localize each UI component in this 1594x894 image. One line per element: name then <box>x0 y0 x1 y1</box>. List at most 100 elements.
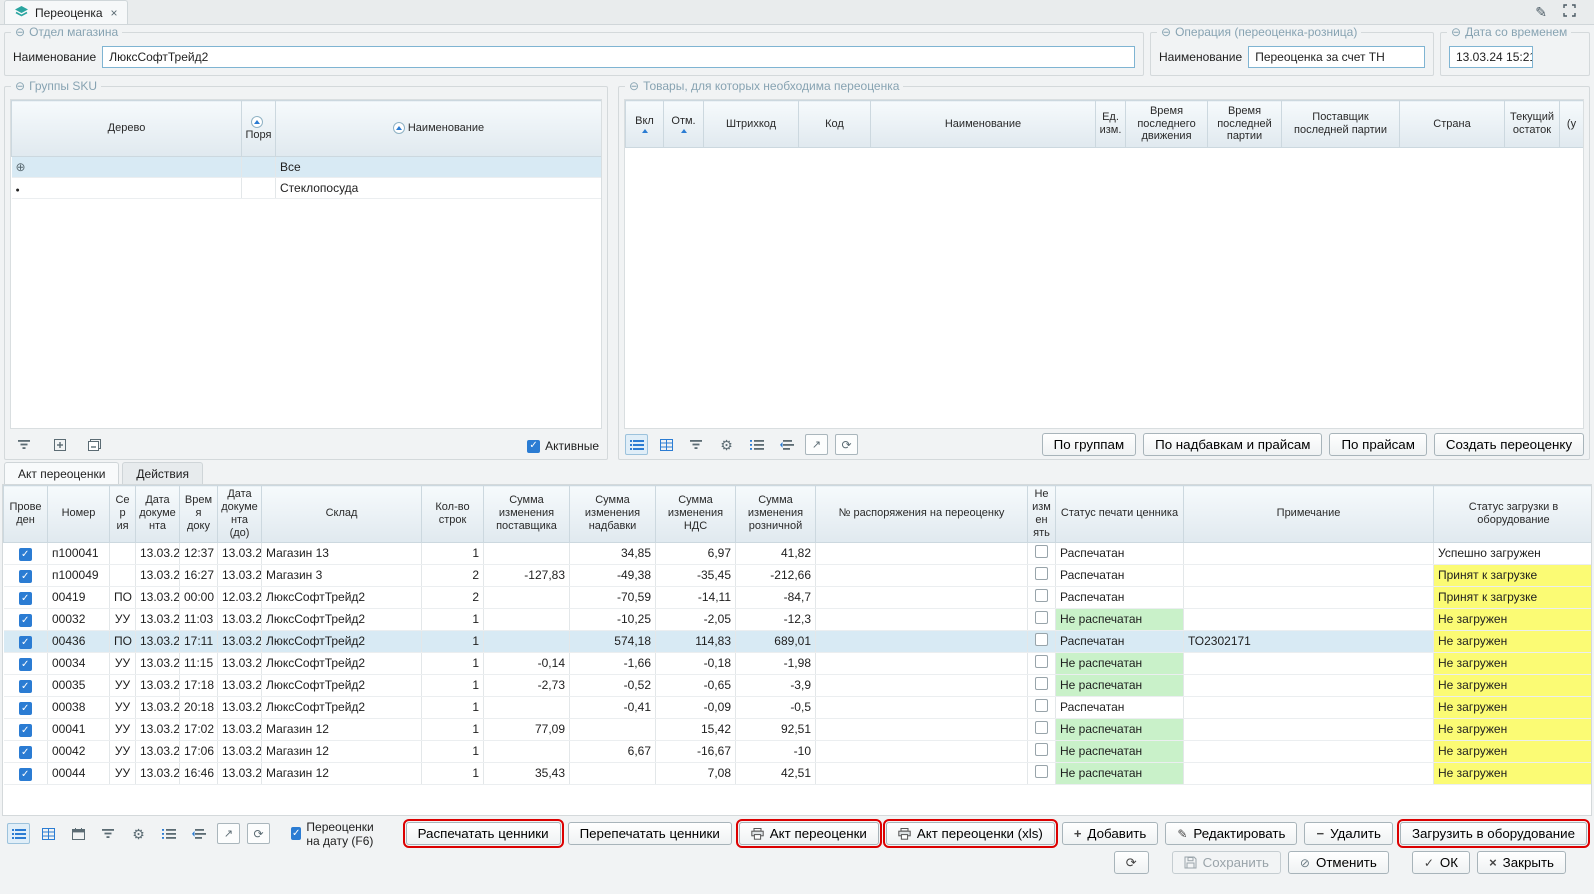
posted-cell[interactable]: ✓ <box>4 762 48 784</box>
fullscreen-icon[interactable] <box>1563 4 1576 20</box>
active-filter[interactable]: ✓ Активные <box>527 439 599 453</box>
sku-column-header[interactable]: Наименование <box>276 101 602 157</box>
products-column-header[interactable]: Наименование <box>871 101 1096 148</box>
delete-button[interactable]: −Удалить <box>1304 822 1392 845</box>
posted-checkbox[interactable]: ✓ <box>19 548 32 561</box>
posted-cell[interactable]: ✓ <box>4 740 48 762</box>
acts-column-header[interactable]: Дата докуме нта <box>136 486 180 543</box>
no-change-cell[interactable] <box>1028 630 1056 652</box>
no-change-cell[interactable] <box>1028 564 1056 586</box>
no-change-cell[interactable] <box>1028 652 1056 674</box>
tab-close-icon[interactable]: × <box>111 6 118 20</box>
numbered-list-icon[interactable] <box>157 823 180 844</box>
acts-column-header[interactable]: Сумма изменения НДС <box>656 486 736 543</box>
posted-cell[interactable]: ✓ <box>4 696 48 718</box>
by-pricelists-button[interactable]: По прайсам <box>1329 433 1426 456</box>
products-column-header[interactable]: Страна <box>1400 101 1505 148</box>
acts-column-header[interactable]: Дата докуме нта (до) <box>218 486 262 543</box>
posted-checkbox[interactable]: ✓ <box>19 570 32 583</box>
no-change-checkbox[interactable] <box>1035 655 1048 668</box>
acts-column-header[interactable]: Сумма изменения поставщика <box>484 486 570 543</box>
posted-cell[interactable]: ✓ <box>4 608 48 630</box>
posted-cell[interactable]: ✓ <box>4 564 48 586</box>
acts-column-header[interactable]: Статус печати ценника <box>1056 486 1184 543</box>
acts-row[interactable]: ✓п10004913.03.2416:2713.03.24Магазин 32-… <box>4 564 1593 586</box>
calendar-icon[interactable] <box>67 823 90 844</box>
tab-actions[interactable]: Действия <box>122 462 203 484</box>
posted-checkbox[interactable]: ✓ <box>19 614 32 627</box>
acts-row[interactable]: ✓п10004113.03.2412:3713.03.24Магазин 131… <box>4 542 1593 564</box>
no-change-checkbox[interactable] <box>1035 677 1048 690</box>
acts-row[interactable]: ✓00034УУ13.03.2411:1513.03.24ЛюксСофтТре… <box>4 652 1593 674</box>
add-button[interactable]: +Добавить <box>1062 822 1159 845</box>
acts-row[interactable]: ✓00032УУ13.03.2411:0313.03.24ЛюксСофтТре… <box>4 608 1593 630</box>
no-change-checkbox[interactable] <box>1035 589 1048 602</box>
reprint-price-tags-button[interactable]: Перепечатать ценники <box>568 822 732 845</box>
products-column-header[interactable]: Поставщик последней партии <box>1282 101 1400 148</box>
ok-button[interactable]: ✓ОК <box>1412 851 1470 874</box>
open-external-icon[interactable]: ↗ <box>217 823 240 844</box>
acts-row[interactable]: ✓00042УУ13.03.2417:0613.03.24Магазин 121… <box>4 740 1593 762</box>
settings-icon[interactable]: ⚙ <box>127 823 150 844</box>
sku-column-header[interactable]: Дерево <box>12 101 242 157</box>
by-groups-button[interactable]: По группам <box>1042 433 1137 456</box>
no-change-checkbox[interactable] <box>1035 611 1048 624</box>
posted-cell[interactable]: ✓ <box>4 718 48 740</box>
edit-icon[interactable]: ✎ <box>1535 4 1547 21</box>
no-change-checkbox[interactable] <box>1035 765 1048 778</box>
acts-row[interactable]: ✓00436ПО13.03.2417:1113.03.24ЛюксСофтТре… <box>4 630 1593 652</box>
products-column-header[interactable]: Время последней партии <box>1208 101 1282 148</box>
no-change-checkbox[interactable] <box>1035 743 1048 756</box>
acts-column-header[interactable]: Сумма изменения надбавки <box>570 486 656 543</box>
collapse-group-icon[interactable]: ⊖ <box>1161 26 1171 38</box>
date-filter-checkbox[interactable]: ✓ <box>291 827 301 840</box>
collapse-group-icon[interactable]: ⊖ <box>1451 26 1461 38</box>
active-checkbox[interactable]: ✓ <box>527 440 540 453</box>
refresh-data-icon[interactable]: ⟳ <box>247 823 270 844</box>
tab-revaluation[interactable]: Переоценка × <box>4 0 128 24</box>
no-change-cell[interactable] <box>1028 696 1056 718</box>
posted-checkbox[interactable]: ✓ <box>19 636 32 649</box>
no-change-cell[interactable] <box>1028 586 1056 608</box>
products-column-header[interactable]: Вкл <box>626 101 664 148</box>
acts-column-header[interactable]: Не измен ять <box>1028 486 1056 543</box>
acts-column-header[interactable]: Статус загрузки в оборудование <box>1434 486 1593 543</box>
cancel-button[interactable]: ⊘Отменить <box>1288 851 1389 874</box>
posted-checkbox[interactable]: ✓ <box>19 680 32 693</box>
collapse-group-icon[interactable]: ⊖ <box>15 26 25 38</box>
no-change-checkbox[interactable] <box>1035 567 1048 580</box>
sort-lines-icon[interactable] <box>775 434 798 455</box>
create-revaluation-button[interactable]: Создать переоценку <box>1434 433 1584 456</box>
acts-column-header[interactable]: Номер <box>48 486 110 543</box>
acts-column-header[interactable]: Сер ия <box>110 486 136 543</box>
no-change-checkbox[interactable] <box>1035 633 1048 646</box>
revaluation-act-xls-button[interactable]: Акт переоценки (xls) <box>886 822 1055 845</box>
posted-checkbox[interactable]: ✓ <box>19 592 32 605</box>
acts-column-header[interactable]: Врем я доку <box>180 486 218 543</box>
filter-icon[interactable] <box>97 823 120 844</box>
save-button[interactable]: Сохранить <box>1172 851 1281 874</box>
posted-checkbox[interactable]: ✓ <box>19 658 32 671</box>
acts-column-header[interactable]: Прове ден <box>4 486 48 543</box>
print-price-tags-button[interactable]: Распечатать ценники <box>406 822 561 845</box>
posted-cell[interactable]: ✓ <box>4 674 48 696</box>
posted-checkbox[interactable]: ✓ <box>19 702 32 715</box>
products-column-header[interactable]: (у <box>1560 101 1584 148</box>
no-change-cell[interactable] <box>1028 762 1056 784</box>
acts-row[interactable]: ✓00044УУ13.03.2416:4613.03.24Магазин 121… <box>4 762 1593 784</box>
posted-cell[interactable]: ✓ <box>4 652 48 674</box>
products-column-header[interactable]: Штрихкод <box>704 101 799 148</box>
sku-column-header[interactable]: Поря <box>242 101 276 157</box>
operation-name-input[interactable]: Переоценка за счет ТН <box>1248 46 1425 68</box>
date-filter[interactable]: ✓ Переоценки на дату (F6) <box>291 820 387 848</box>
open-external-icon[interactable]: ↗ <box>805 434 828 455</box>
collapse-group-icon[interactable]: ⊖ <box>15 80 25 92</box>
filter-icon[interactable] <box>685 434 708 455</box>
acts-column-header[interactable]: Склад <box>262 486 422 543</box>
revaluation-act-button[interactable]: Акт переоценки <box>739 822 879 845</box>
filter-icon[interactable] <box>13 434 36 455</box>
products-column-header[interactable]: Отм. <box>664 101 704 148</box>
acts-row[interactable]: ✓00041УУ13.03.2417:0213.03.24Магазин 121… <box>4 718 1593 740</box>
sku-row[interactable]: ●Стеклопосуда <box>12 178 602 199</box>
acts-column-header[interactable]: № распоряжения на переоценку <box>816 486 1028 543</box>
